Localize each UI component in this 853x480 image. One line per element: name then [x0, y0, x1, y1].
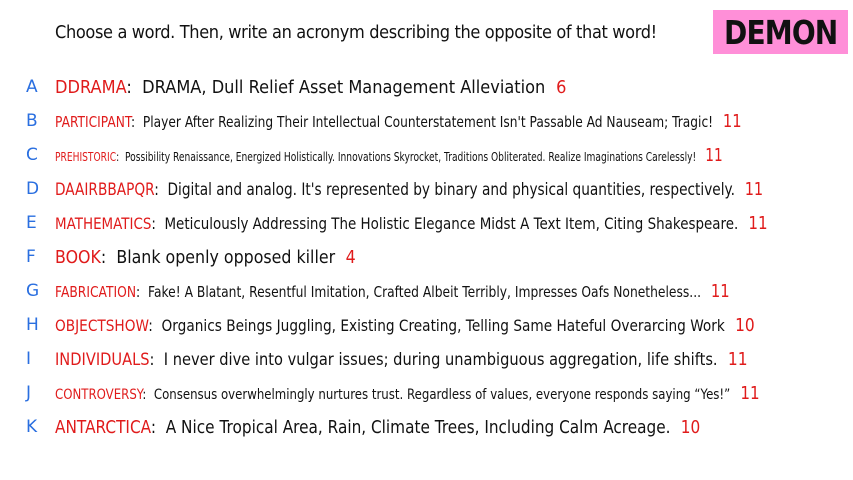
colon: : — [130, 112, 143, 131]
answer-row: I INDIVIDUALS: I never dive into vulgar … — [0, 342, 853, 376]
answer-acronym: Blank openly opposed killer — [116, 246, 336, 268]
answer-row: J CONTROVERSY: Consensus overwhelmingly … — [0, 376, 853, 410]
prompt-text: Choose a word. Then, write an acronym de… — [55, 22, 657, 43]
answer-count: 11 — [705, 144, 723, 166]
answer-row: B PARTICIPANT: Player After Realizing Th… — [0, 104, 853, 138]
answer-row: F BOOK: Blank openly opposed killer 4 — [0, 240, 853, 274]
answer-line: OBJECTSHOW: Organics Beings Juggling, Ex… — [55, 315, 755, 336]
answer-line: INDIVIDUALS: I never dive into vulgar is… — [55, 349, 748, 370]
answer-letter: E — [26, 213, 37, 233]
answer-word: FABRICATION — [55, 282, 137, 301]
answer-count: 11 — [744, 178, 764, 200]
answer-word: INDIVIDUALS — [55, 349, 150, 370]
answer-acronym: Possibility Renaissance, Energized Holis… — [124, 149, 697, 164]
answer-word: MATHEMATICS — [55, 213, 152, 233]
answer-line: ANTARCTICA: A Nice Tropical Area, Rain, … — [55, 417, 700, 438]
answer-count: 11 — [727, 348, 748, 370]
answer-letter: J — [26, 383, 32, 403]
colon: : — [136, 282, 149, 301]
answer-letter: K — [26, 417, 38, 437]
colon: : — [151, 213, 165, 233]
answer-line: DDRAMA: DRAMA, Dull Relief Asset Managem… — [55, 77, 566, 98]
answer-line: BOOK: Blank openly opposed killer 4 — [55, 247, 356, 268]
answer-row: E MATHEMATICS: Meticulously Addressing T… — [0, 206, 853, 240]
category-badge-label: DEMON — [723, 12, 838, 52]
answer-word: OBJECTSHOW — [55, 315, 149, 335]
answer-count: 11 — [748, 212, 768, 234]
answer-count: 4 — [345, 246, 356, 268]
colon: : — [116, 149, 125, 164]
answer-line: DAAIRBBAPQR: Digital and analog. It's re… — [55, 179, 763, 200]
answer-count: 11 — [722, 110, 742, 132]
answer-word: ANTARCTICA — [55, 416, 151, 438]
category-badge: DEMON — [713, 10, 848, 54]
answer-line: CONTROVERSY: Consensus overwhelmingly nu… — [55, 383, 760, 404]
colon: : — [142, 386, 154, 403]
answer-letter: I — [26, 349, 32, 369]
colon: : — [148, 315, 162, 335]
answer-word: DDRAMA — [55, 76, 127, 98]
answer-line: PREHISTORIC: Possibility Renaissance, En… — [55, 145, 723, 166]
answer-line: PARTICIPANT: Player After Realizing Thei… — [55, 111, 742, 132]
answer-word: BOOK — [55, 246, 101, 268]
answer-count: 10 — [680, 416, 701, 438]
answer-letter: H — [26, 315, 39, 335]
answer-line: MATHEMATICS: Meticulously Addressing The… — [55, 213, 768, 234]
answer-letter: F — [26, 247, 36, 267]
colon: : — [149, 349, 164, 370]
colon: : — [150, 416, 166, 438]
answer-acronym: Digital and analog. It's represented by … — [167, 179, 736, 200]
answer-count: 11 — [710, 280, 730, 302]
answer-letter: D — [26, 179, 40, 199]
answer-count: 11 — [740, 382, 760, 404]
answer-letter: A — [26, 77, 38, 97]
answer-word: PARTICIPANT — [55, 112, 131, 131]
answer-letter: G — [26, 281, 40, 301]
answer-row: A DDRAMA: DRAMA, Dull Relief Asset Manag… — [0, 70, 853, 104]
colon: : — [154, 179, 168, 200]
answer-acronym: Consensus overwhelmingly nurtures trust.… — [153, 386, 731, 403]
answer-row: D DAAIRBBAPQR: Digital and analog. It's … — [0, 172, 853, 206]
answer-word: DAAIRBBAPQR — [55, 179, 155, 200]
answer-letter: B — [26, 111, 38, 131]
answer-row: G FABRICATION: Fake! A Blatant, Resentfu… — [0, 274, 853, 308]
answer-acronym: I never dive into vulgar issues; during … — [163, 349, 718, 370]
answer-acronym: Fake! A Blatant, Resentful Imitation, Cr… — [148, 282, 702, 301]
answer-acronym: Organics Beings Juggling, Existing Creat… — [161, 315, 725, 335]
answer-word: PREHISTORIC — [55, 149, 117, 164]
answer-row: H OBJECTSHOW: Organics Beings Juggling, … — [0, 308, 853, 342]
answer-acronym: DRAMA, Dull Relief Asset Management Alle… — [142, 76, 546, 98]
answer-acronym: Meticulously Addressing The Holistic Ele… — [164, 213, 739, 233]
answer-word: CONTROVERSY — [55, 386, 143, 403]
answer-count: 10 — [735, 314, 755, 336]
colon: : — [100, 246, 117, 268]
answer-acronym: Player After Realizing Their Intellectua… — [142, 112, 714, 131]
answer-line: FABRICATION: Fake! A Blatant, Resentful … — [55, 281, 730, 302]
answer-acronym: A Nice Tropical Area, Rain, Climate Tree… — [165, 416, 671, 438]
colon: : — [126, 76, 143, 98]
answer-letter: C — [26, 145, 38, 165]
answer-count: 6 — [556, 76, 567, 98]
answer-row: K ANTARCTICA: A Nice Tropical Area, Rain… — [0, 410, 853, 444]
answer-row: C PREHISTORIC: Possibility Renaissance, … — [0, 138, 853, 172]
